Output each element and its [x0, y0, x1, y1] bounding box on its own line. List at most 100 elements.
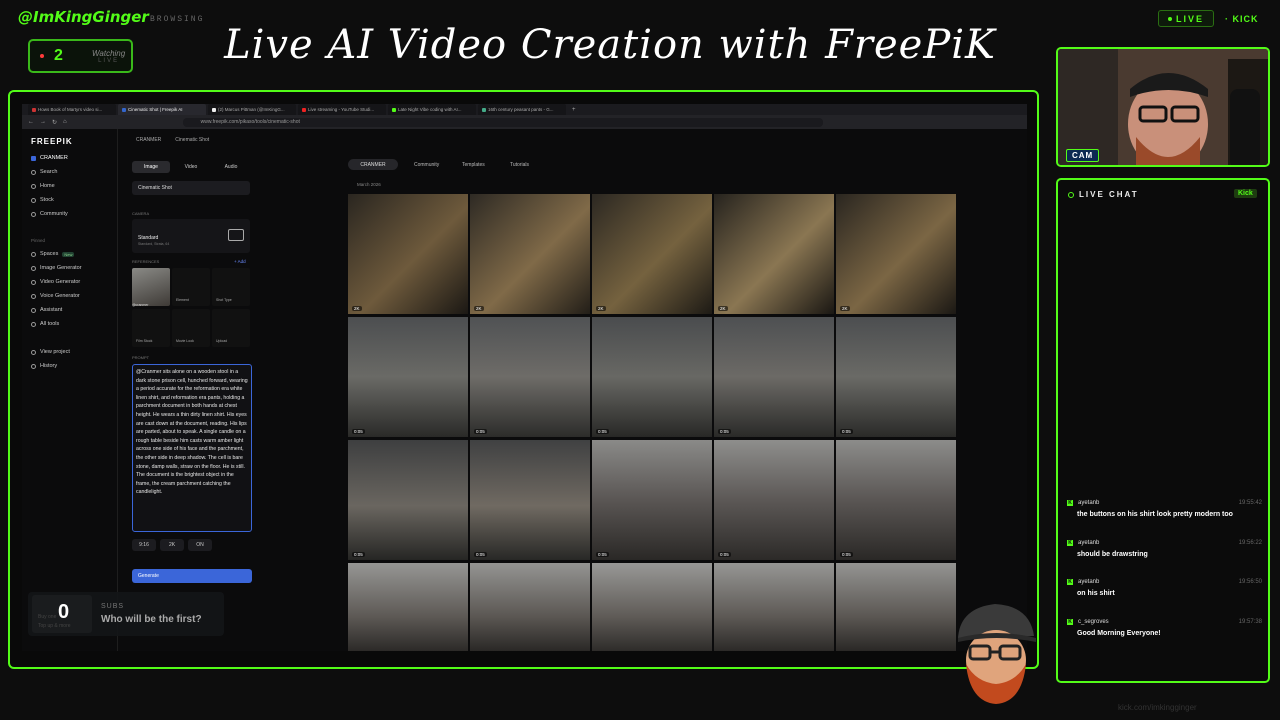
- tab-favicon-icon: [212, 107, 216, 112]
- sidebar-item-home[interactable]: Home: [31, 183, 55, 189]
- tab-audio[interactable]: Audio: [212, 161, 250, 173]
- browser-tab[interactable]: 16th century peasant pants - G...: [478, 104, 566, 115]
- voice-icon: [31, 293, 36, 299]
- tab-label: 16th century peasant pants - G...: [488, 107, 554, 112]
- references-heading: REFERENCES: [132, 259, 160, 264]
- home-icon[interactable]: ⌂: [63, 119, 67, 125]
- gallery-thumbnail[interactable]: 2K: [592, 194, 712, 314]
- gallery-thumbnail[interactable]: 0:05: [592, 440, 712, 560]
- tab-video[interactable]: Video: [172, 161, 210, 173]
- subs-widget: Buy one Top up & more 0 SUBS Who will be…: [28, 592, 224, 636]
- chat-username: ayetanb: [1078, 500, 1100, 506]
- sidebar-item-all-tools[interactable]: All tools: [31, 321, 59, 327]
- gallery-thumbnail[interactable]: 2K: [470, 194, 590, 314]
- sidebar-item-label: Spaces: [40, 251, 59, 257]
- workspace-selector[interactable]: CRANMER: [31, 155, 68, 161]
- sidebar-item-voice-generator[interactable]: Voice Generator: [31, 293, 80, 299]
- resolution-badge: 2K: [474, 306, 484, 311]
- aspect-ratio-select[interactable]: 9:16: [132, 539, 156, 551]
- url-field[interactable]: www.freepik.com/pikaso/tools/cinematic-s…: [182, 117, 823, 127]
- gallery-thumbnail[interactable]: 0:05: [470, 440, 590, 560]
- sidebar-item-image-generator[interactable]: Image Generator: [31, 265, 82, 271]
- gallery-thumbnail[interactable]: [470, 563, 590, 651]
- subs-label: SUBS: [101, 603, 125, 610]
- gallery-thumbnail[interactable]: [592, 563, 712, 651]
- sidebar-item-view-project[interactable]: View project: [31, 349, 70, 355]
- date-label: March 2026: [357, 182, 381, 187]
- platform-label: · KICK: [1225, 14, 1259, 24]
- chat-username: ayetanb: [1078, 579, 1100, 585]
- tutorials-link[interactable]: Tutorials: [510, 162, 529, 168]
- browser-tab-active[interactable]: Cinematic Shot | Freepik AI: [118, 104, 206, 115]
- reference-label: Movie Look: [176, 339, 194, 343]
- templates-link[interactable]: Templates: [462, 162, 485, 168]
- sidebar-item-history[interactable]: History: [31, 363, 57, 369]
- browser-tab[interactable]: (2) Marcus Pittman (@ImKingG...: [208, 104, 296, 115]
- sidebar-item-community[interactable]: Community: [31, 211, 68, 217]
- home-icon: [31, 183, 36, 189]
- resolution-select[interactable]: 2K: [160, 539, 184, 551]
- screen-capture: Hows Book of Martyrs video si... Cinemat…: [8, 90, 1039, 669]
- reference-label: Upload: [216, 339, 228, 343]
- sidebar-item-label: Community: [40, 211, 68, 217]
- gallery-thumbnail[interactable]: 0:05: [714, 440, 834, 560]
- movie-look-slot[interactable]: Movie Look: [172, 309, 210, 347]
- gallery-thumbnail[interactable]: 0:05: [714, 317, 834, 437]
- gallery-thumbnail[interactable]: [836, 563, 956, 651]
- community-link[interactable]: Community: [414, 162, 439, 168]
- sidebar-item-label: Video Generator: [40, 279, 81, 285]
- kick-icon: K: [1067, 500, 1073, 506]
- element-slot[interactable]: Element: [172, 268, 210, 306]
- gallery-thumbnail[interactable]: 0:05: [470, 317, 590, 437]
- tab-label: Hows Book of Martyrs video si...: [38, 107, 103, 112]
- history-icon: [31, 363, 36, 369]
- reference-label: @cranmer: [132, 303, 149, 307]
- duration-badge: 0:05: [352, 429, 365, 434]
- tab-image[interactable]: Image: [132, 161, 170, 173]
- reference-thumbnail[interactable]: [132, 268, 170, 306]
- forward-icon[interactable]: →: [40, 119, 46, 125]
- chat-text: on his shirt: [1077, 590, 1115, 597]
- sidebar-item-label: View project: [40, 349, 70, 355]
- camera-name: Standard: [138, 235, 159, 241]
- gallery-thumbnail[interactable]: 0:05: [592, 317, 712, 437]
- new-tab-icon[interactable]: +: [572, 107, 576, 113]
- assistant-icon: [31, 307, 36, 313]
- toggle-option[interactable]: ON: [188, 539, 212, 551]
- tab-favicon-icon: [302, 107, 306, 112]
- add-reference-button[interactable]: + Add: [234, 259, 246, 264]
- reload-icon[interactable]: ↻: [52, 119, 57, 126]
- gallery-thumbnail[interactable]: 2K: [836, 194, 956, 314]
- prompt-textarea[interactable]: @Cranmer sits alone on a wooden stool in…: [132, 364, 252, 532]
- new-badge: New: [62, 251, 75, 257]
- sidebar-item-search[interactable]: Search: [31, 169, 57, 175]
- sidebar-item-stock[interactable]: Stock: [31, 197, 54, 203]
- gallery-thumbnail[interactable]: 2K: [714, 194, 834, 314]
- sidebar-item-assistant[interactable]: Assistant: [31, 307, 62, 313]
- shot-type-slot[interactable]: Shot Type: [212, 268, 250, 306]
- sidebar-item-video-generator[interactable]: Video Generator: [31, 279, 80, 285]
- camera-selector[interactable]: Standard Standard, Strata, 64: [132, 219, 250, 253]
- back-icon[interactable]: ←: [28, 119, 34, 125]
- generate-label: Generate: [138, 573, 159, 579]
- duration-badge: 0:05: [718, 552, 731, 557]
- tab-favicon-icon: [392, 107, 396, 112]
- browser-tab[interactable]: Live streaming - YouTube Studi...: [298, 104, 386, 115]
- gallery-thumbnail[interactable]: 0:05: [836, 440, 956, 560]
- gallery-thumbnail[interactable]: [348, 563, 468, 651]
- sidebar-item-spaces[interactable]: Spaces New: [31, 251, 75, 257]
- gallery-thumbnail[interactable]: [714, 563, 834, 651]
- tab-favicon-icon: [482, 107, 486, 112]
- browser-tab[interactable]: Late Night Vibe coding with AI...: [388, 104, 476, 115]
- gallery-thumbnail[interactable]: 0:05: [836, 317, 956, 437]
- film-stock-slot[interactable]: Film Stock: [132, 309, 170, 347]
- browser-tab[interactable]: Hows Book of Martyrs video si...: [28, 104, 116, 115]
- generate-button[interactable]: Generate: [132, 569, 252, 583]
- gallery-thumbnail[interactable]: 2K: [348, 194, 468, 314]
- sidebar-item-label: Search: [40, 169, 58, 175]
- gallery-thumbnail[interactable]: 0:05: [348, 317, 468, 437]
- gallery-thumbnail[interactable]: 0:05: [348, 440, 468, 560]
- upload-slot[interactable]: Upload: [212, 309, 250, 347]
- project-pill[interactable]: CRANMER: [348, 159, 398, 170]
- tool-selector[interactable]: Cinematic Shot: [132, 181, 250, 195]
